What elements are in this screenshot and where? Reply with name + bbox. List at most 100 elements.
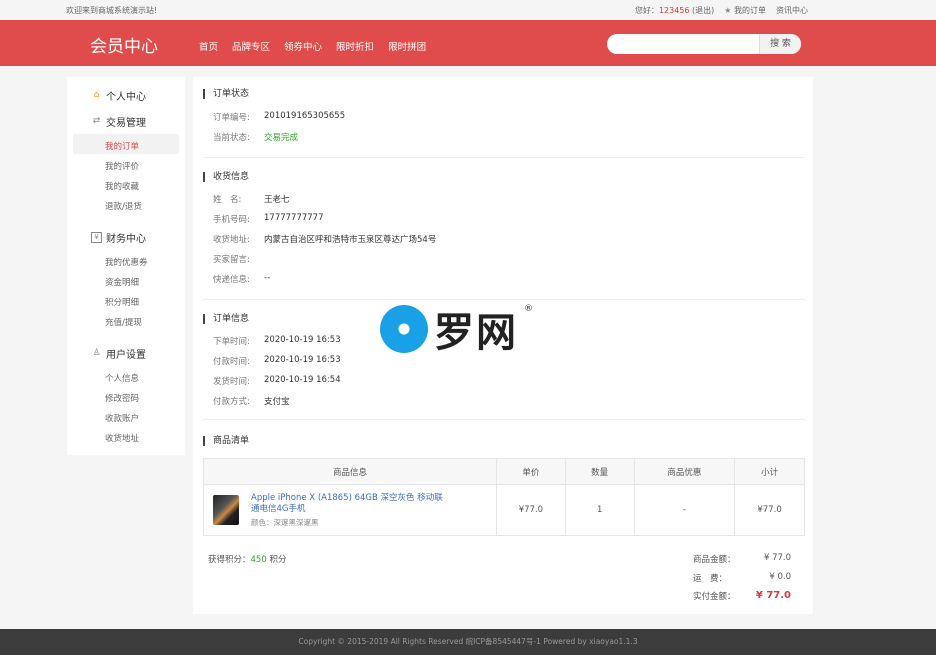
field-label: 快递信息: xyxy=(213,275,250,285)
nav-group-buy[interactable]: 限时拼团 xyxy=(388,39,426,53)
order-time-row: 下单时间: 2020-10-19 16:53 xyxy=(213,335,341,347)
nav-home[interactable]: 首页 xyxy=(199,39,218,53)
registered-mark: ® xyxy=(524,304,533,314)
column-header: 商品优惠 xyxy=(635,459,736,484)
news-link[interactable]: 资讯中心 xyxy=(776,5,808,16)
receiver-phone-row: 手机号码: 17777777777 xyxy=(213,213,324,225)
search-input[interactable] xyxy=(617,38,757,48)
receiver-phone: 17777777777 xyxy=(264,213,324,223)
camera-aperture-icon xyxy=(380,305,428,353)
paid-amount-row: 实付金额： ¥ 77.0 xyxy=(693,590,791,602)
nav-brands[interactable]: 品牌专区 xyxy=(232,39,270,53)
nav-discount[interactable]: 限时折扣 xyxy=(336,39,374,53)
discount: - xyxy=(635,485,736,535)
sidebar-item-funds[interactable]: 资金明细 xyxy=(105,276,139,288)
field-label: 付款方式: xyxy=(213,397,250,407)
page-title[interactable]: 会员中心 xyxy=(90,32,158,57)
sidebar-item-payee-account[interactable]: 收款账户 xyxy=(105,412,139,424)
product-spec: 颜色：深邃黑深邃黑 xyxy=(251,517,319,527)
goods-amount-row: 商品金额： ¥ 77.0 xyxy=(693,553,791,565)
sidebar-group-settings: ♙ 用户设置 xyxy=(91,346,146,361)
column-header: 数量 xyxy=(566,459,635,484)
my-orders-label: 我的订单 xyxy=(734,6,766,15)
product-cell: Apple iPhone X (A1865) 64GB 深空灰色 移动联通电信4… xyxy=(204,485,498,535)
receiver-address-row: 收货地址: 内蒙古自治区呼和浩特市玉泉区尊达广场54号 xyxy=(213,233,436,245)
field-label: 下单时间: xyxy=(213,337,250,347)
user-icon: ♙ xyxy=(92,348,101,358)
pay-method: 支付宝 xyxy=(264,397,290,407)
watermark-text: 罗网 xyxy=(434,310,518,356)
my-orders-link[interactable]: ★ 我的订单 xyxy=(724,5,766,16)
order-number-row: 订单编号: 201019165305655 xyxy=(213,111,345,123)
greeting-label: 您好： xyxy=(634,6,659,15)
sidebar-item-profile[interactable]: 个人信息 xyxy=(105,372,139,384)
field-label: 运 费： xyxy=(693,574,728,584)
home-icon: ⌂ xyxy=(93,90,100,100)
main-nav: 首页 品牌专区 领券中心 限时折扣 限时拼团 xyxy=(199,39,426,53)
receiver-name: 王老七 xyxy=(264,195,290,205)
field-label: 商品金额： xyxy=(693,555,736,565)
sidebar: ⌂ 个人中心 ⇄ 交易管理 我的订单 我的评价 我的收藏 退款/退货 ¥ 财务中… xyxy=(67,77,185,455)
user-id-link[interactable]: 123456 xyxy=(659,6,690,15)
points-label: 获得积分： xyxy=(208,555,251,565)
sidebar-item-my-orders[interactable]: 我的订单 xyxy=(105,140,139,152)
goods-amount: ¥ 77.0 xyxy=(763,553,791,563)
paid-amount: ¥ 77.0 xyxy=(755,590,791,601)
ship-time: 2020-10-19 16:54 xyxy=(264,375,341,385)
product-name-link[interactable]: Apple iPhone X (A1865) 64GB 深空灰色 移动联通电信4… xyxy=(251,493,446,515)
user-greeting: 您好：123456 (退出) xyxy=(635,5,714,16)
field-label: 手机号码: xyxy=(213,215,250,225)
star-icon: ★ xyxy=(724,6,732,15)
section-title-receiver: 收货信息 xyxy=(203,172,249,182)
pay-time-row: 付款时间: 2020-10-19 16:53 xyxy=(213,355,341,367)
field-label: 实付金额： xyxy=(693,592,736,602)
sidebar-item-coupons[interactable]: 我的优惠券 xyxy=(105,256,148,268)
sidebar-group-trade: ⇄ 交易管理 xyxy=(91,114,146,129)
earned-points: 获得积分：450 积分 xyxy=(208,553,286,565)
welcome-text: 欢迎来到商城系统演示站! xyxy=(66,6,158,15)
goods-table: 商品信息 单价 数量 商品优惠 小计 Apple iPhone X (A1865… xyxy=(203,458,805,536)
sidebar-item-favorites[interactable]: 我的收藏 xyxy=(105,180,139,192)
pay-method-row: 付款方式: 支付宝 xyxy=(213,395,290,407)
unit-price: ¥77.0 xyxy=(497,485,566,535)
points-unit: 积分 xyxy=(269,555,287,565)
top-bar-links: 您好：123456 (退出) ★ 我的订单 资讯中心 xyxy=(635,5,808,16)
express-info: -- xyxy=(264,273,271,283)
search-button[interactable]: 搜 索 xyxy=(759,34,801,54)
shipping-fee: ¥ 0.0 xyxy=(769,572,791,582)
buyer-message-row: 买家留言: xyxy=(213,253,264,265)
nav-coupons[interactable]: 领券中心 xyxy=(284,39,322,53)
column-header: 商品信息 xyxy=(204,459,498,484)
field-label: 发货时间: xyxy=(213,377,250,387)
footer: Copyright © 2015-2019 All Rights Reserve… xyxy=(0,629,936,655)
search-box: 搜 索 xyxy=(607,34,801,54)
order-time: 2020-10-19 16:53 xyxy=(264,335,341,345)
order-number: 201019165305655 xyxy=(264,111,346,121)
field-label: 当前状态: xyxy=(213,133,250,143)
sidebar-item-address[interactable]: 收货地址 xyxy=(105,432,139,444)
divider xyxy=(203,157,805,158)
points-value: 450 xyxy=(250,555,267,565)
product-thumbnail[interactable] xyxy=(213,495,239,525)
sidebar-item-password[interactable]: 修改密码 xyxy=(105,392,139,404)
pay-time: 2020-10-19 16:53 xyxy=(264,355,341,365)
sidebar-item-my-reviews[interactable]: 我的评价 xyxy=(105,160,139,172)
field-label: 收货地址: xyxy=(213,235,250,245)
receiver-name-row: 姓 名: 王老七 xyxy=(213,193,290,205)
quantity: 1 xyxy=(566,485,635,535)
exchange-icon: ⇄ xyxy=(92,116,101,126)
table-header: 商品信息 单价 数量 商品优惠 小计 xyxy=(204,459,804,485)
sidebar-group-label: 个人中心 xyxy=(106,92,146,103)
section-title-goods: 商品清单 xyxy=(203,436,249,446)
sidebar-item-recharge[interactable]: 充值/提现 xyxy=(105,316,142,328)
status-badge: 交易完成 xyxy=(264,133,299,143)
watermark-logo: 罗网 ® xyxy=(380,300,533,358)
sidebar-group-personal[interactable]: ⌂ 个人中心 xyxy=(91,88,146,103)
wallet-icon: ¥ xyxy=(91,232,102,243)
column-header: 单价 xyxy=(497,459,566,484)
logout-link[interactable]: (退出) xyxy=(692,6,714,15)
sidebar-item-refunds[interactable]: 退款/退货 xyxy=(105,200,142,212)
sidebar-item-points[interactable]: 积分明细 xyxy=(105,296,139,308)
ship-time-row: 发货时间: 2020-10-19 16:54 xyxy=(213,375,341,387)
section-title-order-info: 订单信息 xyxy=(203,314,249,324)
